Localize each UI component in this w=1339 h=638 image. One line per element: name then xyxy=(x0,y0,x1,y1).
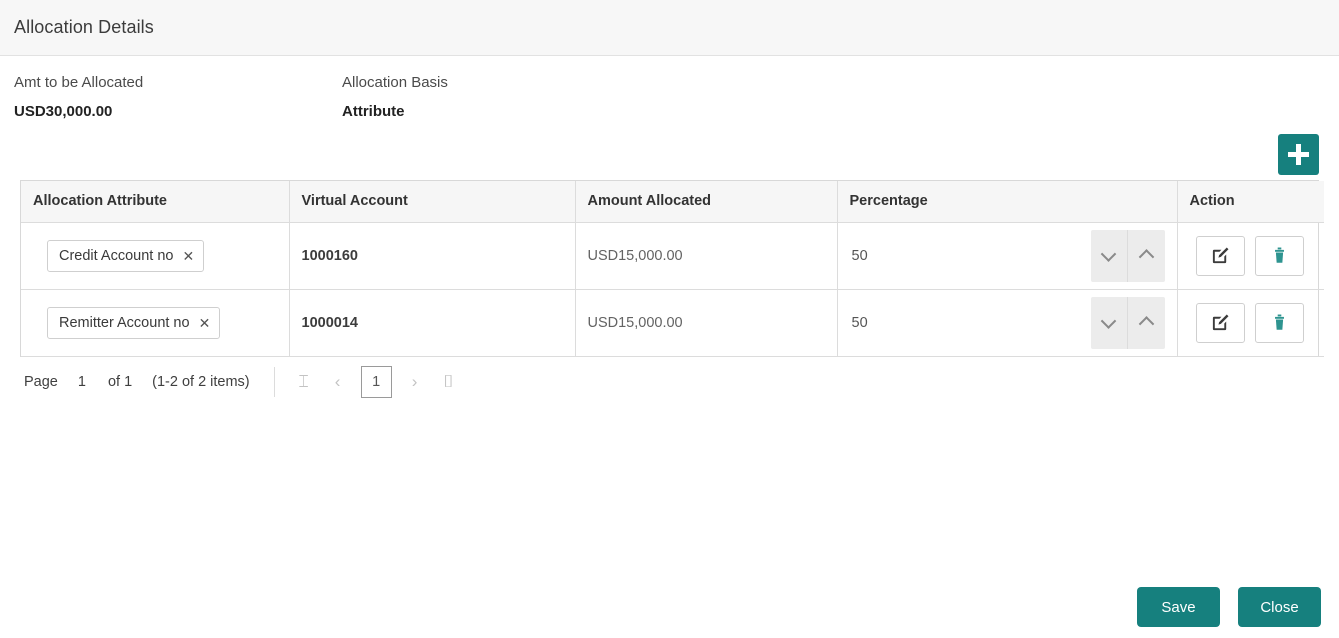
attribute-chip[interactable]: Remitter Account no ✕ xyxy=(47,306,221,339)
pagination-items-label: (1-2 of 2 items) xyxy=(152,373,250,390)
pagination-divider xyxy=(273,366,275,397)
column-header-amount-allocated: Amount Allocated xyxy=(575,181,838,223)
pagination: Page 1 of 1 (1-2 of 2 items) ⌶ ‹ 1 › ⌷ xyxy=(20,357,1319,407)
cell-percentage: 50 xyxy=(837,222,1178,290)
edit-icon xyxy=(1212,314,1228,331)
cell-action xyxy=(1177,222,1324,290)
attribute-chip[interactable]: Credit Account no ✕ xyxy=(47,239,205,272)
chip-remove-icon[interactable]: ✕ xyxy=(182,249,194,263)
stepper-increment-button[interactable] xyxy=(1127,296,1165,349)
column-header-percentage: Percentage xyxy=(837,181,1178,223)
amt-to-be-allocated-value: USD30,000.00 xyxy=(14,103,113,120)
percentage-stepper xyxy=(1090,229,1165,282)
edit-icon xyxy=(1212,247,1228,264)
pagination-page-number: 1 xyxy=(77,373,86,390)
footer-actions: Save Close xyxy=(1137,587,1321,627)
stepper-decrement-button[interactable] xyxy=(1090,229,1128,282)
pagination-last-button[interactable]: ⌷ xyxy=(432,367,466,397)
column-header-action: Action xyxy=(1177,181,1324,223)
percentage-value[interactable]: 50 xyxy=(850,315,868,331)
stepper-increment-button[interactable] xyxy=(1127,229,1165,282)
add-row-button[interactable] xyxy=(1278,134,1319,175)
save-button[interactable]: Save xyxy=(1137,587,1220,627)
edit-row-button[interactable] xyxy=(1195,302,1245,343)
table-row: Credit Account no ✕ 1000160 USD15,000.00… xyxy=(21,222,1324,290)
chevron-down-icon xyxy=(1100,313,1117,329)
delete-row-button[interactable] xyxy=(1254,302,1304,343)
summary-strip: Amt to be Allocated USD30,000.00 Allocat… xyxy=(0,56,1339,134)
cell-virtual-account: 1000014 xyxy=(289,289,576,357)
summary-field-basis: Allocation Basis Attribute xyxy=(342,74,670,134)
pagination-first-button[interactable]: ⌶ xyxy=(287,367,321,397)
cell-amount-allocated: USD15,000.00 xyxy=(575,222,838,290)
cell-percentage: 50 xyxy=(837,289,1178,357)
allocation-table: Allocation Attribute Virtual Account Amo… xyxy=(20,180,1324,357)
close-button[interactable]: Close xyxy=(1238,587,1321,627)
chevron-up-icon xyxy=(1138,249,1154,265)
column-header-allocation-attribute: Allocation Attribute xyxy=(21,181,290,223)
stepper-decrement-button[interactable] xyxy=(1090,296,1128,349)
plus-icon-vertical xyxy=(1296,144,1301,165)
pagination-current-page-button[interactable]: 1 xyxy=(360,365,392,398)
percentage-value[interactable]: 50 xyxy=(850,248,868,264)
cell-allocation-attribute: Remitter Account no ✕ xyxy=(21,289,290,357)
column-header-virtual-account: Virtual Account xyxy=(289,181,576,223)
allocation-basis-value: Attribute xyxy=(342,103,405,120)
delete-icon xyxy=(1274,247,1284,263)
attribute-chip-label: Remitter Account no xyxy=(59,314,190,331)
table-toolbar xyxy=(0,134,1339,180)
cell-allocation-attribute: Credit Account no ✕ xyxy=(21,222,290,290)
cell-amount-allocated: USD15,000.00 xyxy=(575,289,838,357)
delete-icon xyxy=(1274,314,1284,330)
table-header-row: Allocation Attribute Virtual Account Amo… xyxy=(21,181,1324,223)
pagination-of-label: of 1 xyxy=(107,373,133,390)
percentage-stepper xyxy=(1090,296,1165,349)
pagination-page-label: Page xyxy=(24,373,58,390)
pagination-prev-button[interactable]: ‹ xyxy=(321,367,355,397)
page-header: Allocation Details xyxy=(0,0,1339,56)
chevron-down-icon xyxy=(1100,246,1117,262)
summary-field-amt: Amt to be Allocated USD30,000.00 xyxy=(14,74,342,134)
pagination-next-button[interactable]: › xyxy=(398,367,432,397)
page-title: Allocation Details xyxy=(14,17,154,37)
chevron-up-icon xyxy=(1138,316,1154,332)
delete-row-button[interactable] xyxy=(1254,235,1304,276)
cell-action xyxy=(1177,289,1324,357)
amt-to-be-allocated-label: Amt to be Allocated xyxy=(14,74,144,91)
cell-virtual-account: 1000160 xyxy=(289,222,576,290)
chip-remove-icon[interactable]: ✕ xyxy=(199,316,211,330)
edit-row-button[interactable] xyxy=(1195,235,1245,276)
table-row: Remitter Account no ✕ 1000014 USD15,000.… xyxy=(21,289,1324,357)
attribute-chip-label: Credit Account no xyxy=(59,247,174,264)
allocation-basis-label: Allocation Basis xyxy=(342,74,448,91)
